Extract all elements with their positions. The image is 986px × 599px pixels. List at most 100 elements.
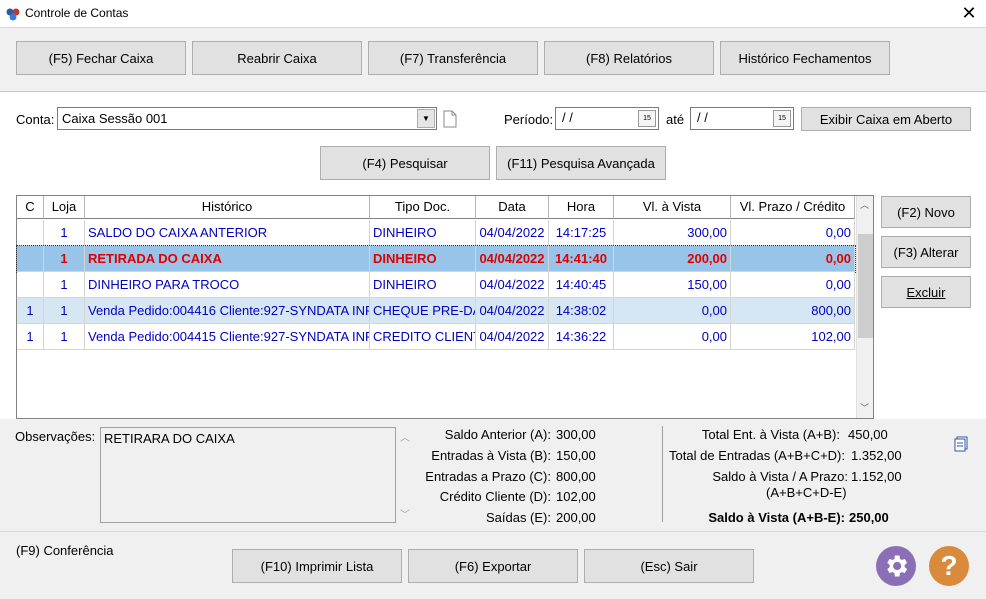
summary-divider <box>662 426 663 522</box>
column-header-data[interactable]: Data <box>476 196 549 219</box>
cell-vista: 0,00 <box>614 298 731 324</box>
table-row[interactable]: 1 DINHEIRO PARA TROCO DINHEIRO 04/04/2022 14… <box>17 272 855 298</box>
saldo-vista-value: 250,00 <box>849 510 889 525</box>
imprimir-lista-button[interactable]: (F10) Imprimir Lista <box>232 549 402 583</box>
cell-prazo: 102,00 <box>731 324 855 350</box>
total-entradas-label: Total de Entradas (A+B+C+D): <box>669 448 845 463</box>
scroll-down-icon[interactable]: ﹀ <box>860 401 869 414</box>
fechar-caixa-button[interactable]: (F5) Fechar Caixa <box>16 41 186 75</box>
summary-label: Entradas à Vista (B): <box>431 448 551 463</box>
cell-tipo: DINHEIRO <box>370 246 476 272</box>
cell-historico: SALDO DO CAIXA ANTERIOR <box>85 220 370 246</box>
scrollbar-thumb[interactable] <box>858 234 873 338</box>
cell-vista: 300,00 <box>614 220 731 246</box>
table-scrollbar[interactable]: ︿ ﹀ <box>856 196 873 418</box>
cell-vista: 0,00 <box>614 324 731 350</box>
window-title: Controle de Contas <box>25 6 129 20</box>
cell-hora: 14:17:25 <box>549 220 614 246</box>
summary-value: 800,00 <box>556 469 596 484</box>
cell-hora: 14:38:02 <box>549 298 614 324</box>
cell-c <box>17 272 44 298</box>
cell-vista: 200,00 <box>614 246 731 272</box>
column-header-hora[interactable]: Hora <box>549 196 614 219</box>
pesquisar-button[interactable]: (F4) Pesquisar <box>320 146 490 180</box>
conta-label: Conta: <box>16 112 55 127</box>
excluir-button[interactable]: Excluir <box>881 276 971 308</box>
calendar-icon[interactable]: 15 <box>773 110 791 127</box>
total-entradas-value: 1.352,00 <box>851 448 902 463</box>
cell-prazo: 0,00 <box>731 246 855 272</box>
column-header-c[interactable]: C <box>17 196 44 219</box>
summary-label: Saldo Anterior (A): <box>444 427 551 442</box>
date-to-field[interactable]: / / 15 <box>690 107 794 130</box>
ate-label: até <box>666 112 685 127</box>
summary-value: 150,00 <box>556 448 596 463</box>
cell-prazo: 800,00 <box>731 298 855 324</box>
column-header-loja[interactable]: Loja <box>44 196 85 219</box>
cell-prazo: 0,00 <box>731 272 855 298</box>
alterar-button[interactable]: (F3) Alterar <box>881 236 971 268</box>
chevron-down-icon[interactable]: ▼ <box>417 109 435 128</box>
cell-tipo: CREDITO CLIENTE <box>370 324 476 350</box>
conta-value: Caixa Sessão 001 <box>62 111 168 126</box>
conferencia-label[interactable]: (F9) Conferência <box>16 543 114 558</box>
pesquisa-avancada-button[interactable]: (F11) Pesquisa Avançada <box>496 146 666 180</box>
exibir-caixa-aberto-button[interactable]: Exibir Caixa em Aberto <box>801 107 971 131</box>
cell-loja: 1 <box>44 324 85 350</box>
table-row[interactable]: 1 SALDO DO CAIXA ANTERIOR DINHEIRO 04/04/20… <box>17 220 855 246</box>
obs-scroll-down-icon[interactable]: ﹀ <box>400 506 410 521</box>
date-from-value: / / <box>562 110 573 125</box>
saldo-vista-label: Saldo à Vista (A+B-E): <box>708 510 845 525</box>
total-ent-vista-value: 450,00 <box>848 427 888 442</box>
column-header-tipo-doc[interactable]: Tipo Doc. <box>370 196 476 219</box>
cell-data: 04/04/2022 <box>476 246 549 272</box>
help-icon[interactable]: ? <box>929 546 969 586</box>
notes-icon[interactable] <box>954 436 968 452</box>
cell-data: 04/04/2022 <box>476 272 549 298</box>
novo-button[interactable]: (F2) Novo <box>881 196 971 228</box>
conta-select[interactable]: Caixa Sessão 001 ▼ <box>57 107 437 130</box>
observacoes-field[interactable]: RETIRARA DO CAIXA <box>100 427 396 523</box>
cell-tipo: DINHEIRO <box>370 220 476 246</box>
cell-loja: 1 <box>44 272 85 298</box>
cell-prazo: 0,00 <box>731 220 855 246</box>
sair-button[interactable]: (Esc) Sair <box>584 549 754 583</box>
cell-data: 04/04/2022 <box>476 298 549 324</box>
table-row[interactable]: 1 1 Venda Pedido:004415 Cliente:927-SYNDAT… <box>17 324 855 350</box>
cell-c: 1 <box>17 324 44 350</box>
movements-table[interactable]: C Loja Histórico Tipo Doc. Data Hora Vl.… <box>16 195 874 419</box>
column-header-historico[interactable]: Histórico <box>85 196 370 219</box>
table-row[interactable]: 1 1 Venda Pedido:004416 Cliente:927-SYNDAT… <box>17 298 855 324</box>
column-header-vista[interactable]: Vl. à Vista <box>614 196 731 219</box>
cell-historico: DINHEIRO PARA TROCO <box>85 272 370 298</box>
summary-label: Saídas (E): <box>485 510 551 525</box>
relatorios-button[interactable]: (F8) Relatórios <box>544 41 714 75</box>
column-header-prazo[interactable]: Vl. Prazo / Crédito <box>731 196 855 219</box>
cell-hora: 14:36:22 <box>549 324 614 350</box>
cell-tipo: DINHEIRO <box>370 272 476 298</box>
observacoes-label: Observações: <box>15 429 96 444</box>
saldo-vista-prazo-formula: (A+B+C+D-E) <box>766 485 847 500</box>
total-ent-vista-label: Total Ent. à Vista (A+B): <box>701 427 840 442</box>
toolbar: (F5) Fechar Caixa Reabrir Caixa (F7) Tra… <box>0 28 986 92</box>
summary-value: 102,00 <box>556 489 596 504</box>
periodo-label: Período: <box>504 112 554 127</box>
cell-hora: 14:41:40 <box>549 246 614 272</box>
historico-fechamentos-button[interactable]: Histórico Fechamentos <box>720 41 890 75</box>
scroll-up-icon[interactable]: ︿ <box>860 198 869 211</box>
calendar-icon[interactable]: 15 <box>638 110 656 127</box>
settings-gear-icon[interactable] <box>876 546 916 586</box>
document-icon[interactable] <box>443 110 457 128</box>
obs-scroll-up-icon[interactable]: ︿ <box>400 429 410 444</box>
title-bar: Controle de Contas ✕ <box>0 0 986 28</box>
table-row[interactable]: 1 RETIRADA DO CAIXA DINHEIRO 04/04/2022 14:4… <box>16 245 856 273</box>
date-to-value: / / <box>697 110 708 125</box>
transferencia-button[interactable]: (F7) Transferência <box>368 41 538 75</box>
cell-tipo: CHEQUE PRE-DATADO <box>370 298 476 324</box>
date-from-field[interactable]: / / 15 <box>555 107 659 130</box>
cell-c: 1 <box>17 298 44 324</box>
cell-loja: 1 <box>44 298 85 324</box>
exportar-button[interactable]: (F6) Exportar <box>408 549 578 583</box>
reabrir-caixa-button[interactable]: Reabrir Caixa <box>192 41 362 75</box>
close-icon[interactable]: ✕ <box>958 3 980 23</box>
